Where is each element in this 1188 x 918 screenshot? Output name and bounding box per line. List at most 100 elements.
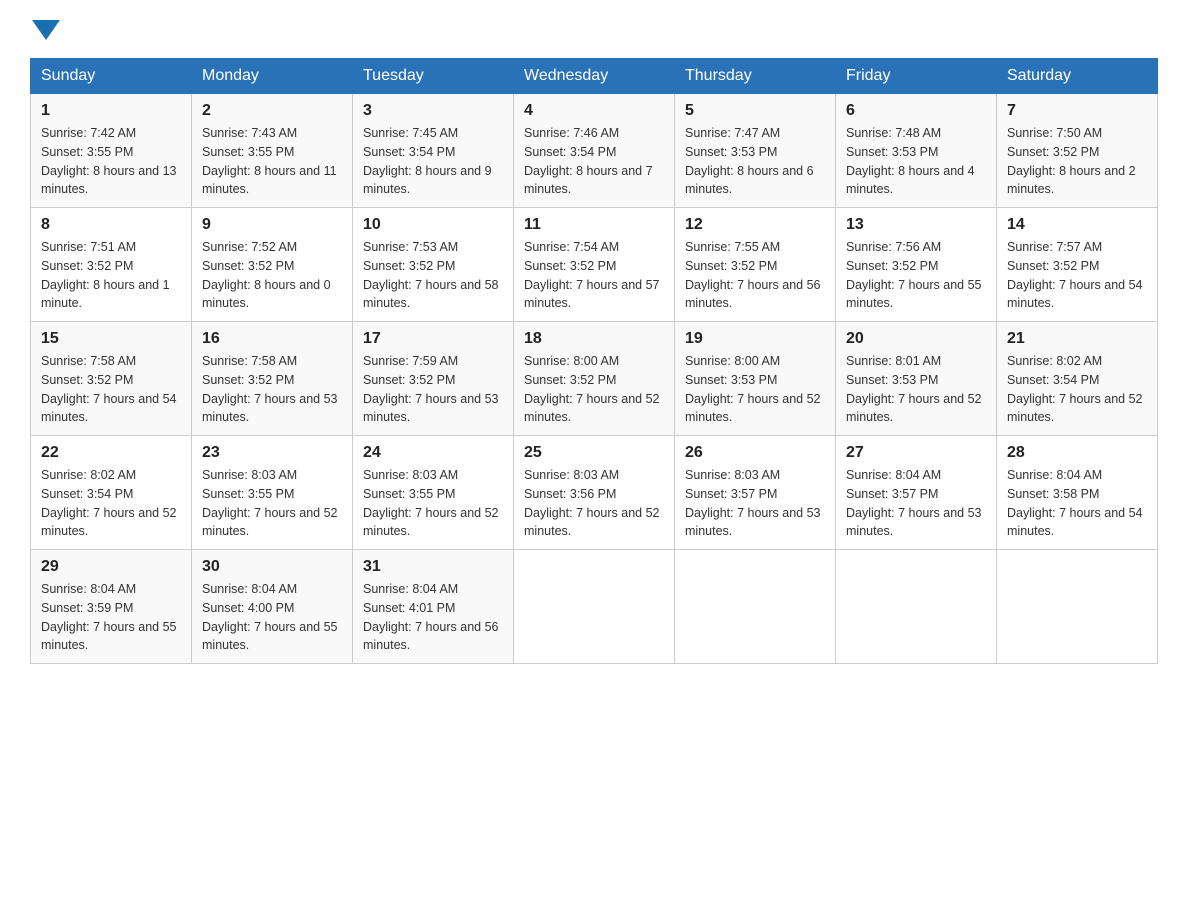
- day-number: 28: [1007, 444, 1147, 462]
- calendar-header: SundayMondayTuesdayWednesdayThursdayFrid…: [31, 59, 1158, 94]
- day-number: 19: [685, 330, 825, 348]
- day-info: Sunrise: 8:04 AMSunset: 3:58 PMDaylight:…: [1007, 468, 1143, 538]
- day-info: Sunrise: 7:57 AMSunset: 3:52 PMDaylight:…: [1007, 240, 1143, 310]
- day-number: 17: [363, 330, 503, 348]
- day-info: Sunrise: 7:53 AMSunset: 3:52 PMDaylight:…: [363, 240, 499, 310]
- day-number: 13: [846, 216, 986, 234]
- day-info: Sunrise: 7:50 AMSunset: 3:52 PMDaylight:…: [1007, 126, 1136, 196]
- calendar-cell: 24 Sunrise: 8:03 AMSunset: 3:55 PMDayligh…: [353, 436, 514, 550]
- calendar-cell: 16 Sunrise: 7:58 AMSunset: 3:52 PMDayligh…: [192, 322, 353, 436]
- calendar-cell: [514, 550, 675, 664]
- header-day-monday: Monday: [192, 59, 353, 94]
- calendar-cell: 10 Sunrise: 7:53 AMSunset: 3:52 PMDayligh…: [353, 208, 514, 322]
- day-number: 18: [524, 330, 664, 348]
- day-number: 10: [363, 216, 503, 234]
- calendar-cell: 13 Sunrise: 7:56 AMSunset: 3:52 PMDayligh…: [836, 208, 997, 322]
- day-info: Sunrise: 8:04 AMSunset: 3:59 PMDaylight:…: [41, 582, 177, 652]
- calendar-cell: 6 Sunrise: 7:48 AMSunset: 3:53 PMDaylight…: [836, 94, 997, 208]
- header-day-sunday: Sunday: [31, 59, 192, 94]
- calendar-cell: 23 Sunrise: 8:03 AMSunset: 3:55 PMDayligh…: [192, 436, 353, 550]
- calendar-cell: 18 Sunrise: 8:00 AMSunset: 3:52 PMDayligh…: [514, 322, 675, 436]
- day-info: Sunrise: 7:48 AMSunset: 3:53 PMDaylight:…: [846, 126, 975, 196]
- calendar-cell: [997, 550, 1158, 664]
- calendar-cell: 27 Sunrise: 8:04 AMSunset: 3:57 PMDayligh…: [836, 436, 997, 550]
- day-info: Sunrise: 8:01 AMSunset: 3:53 PMDaylight:…: [846, 354, 982, 424]
- day-info: Sunrise: 8:02 AMSunset: 3:54 PMDaylight:…: [41, 468, 177, 538]
- day-number: 15: [41, 330, 181, 348]
- day-info: Sunrise: 8:04 AMSunset: 3:57 PMDaylight:…: [846, 468, 982, 538]
- header-day-thursday: Thursday: [675, 59, 836, 94]
- day-number: 9: [202, 216, 342, 234]
- day-number: 26: [685, 444, 825, 462]
- day-number: 25: [524, 444, 664, 462]
- day-info: Sunrise: 8:00 AMSunset: 3:52 PMDaylight:…: [524, 354, 660, 424]
- day-info: Sunrise: 7:54 AMSunset: 3:52 PMDaylight:…: [524, 240, 660, 310]
- day-info: Sunrise: 8:02 AMSunset: 3:54 PMDaylight:…: [1007, 354, 1143, 424]
- calendar-cell: 5 Sunrise: 7:47 AMSunset: 3:53 PMDaylight…: [675, 94, 836, 208]
- calendar-cell: 22 Sunrise: 8:02 AMSunset: 3:54 PMDayligh…: [31, 436, 192, 550]
- day-number: 23: [202, 444, 342, 462]
- calendar-cell: [836, 550, 997, 664]
- day-info: Sunrise: 7:46 AMSunset: 3:54 PMDaylight:…: [524, 126, 653, 196]
- calendar-cell: 30Sunrise: 8:04 AMSunset: 4:00 PMDayligh…: [192, 550, 353, 664]
- calendar-cell: 29 Sunrise: 8:04 AMSunset: 3:59 PMDayligh…: [31, 550, 192, 664]
- day-number: 6: [846, 102, 986, 120]
- day-info: Sunrise: 8:03 AMSunset: 3:57 PMDaylight:…: [685, 468, 821, 538]
- calendar-cell: 2 Sunrise: 7:43 AMSunset: 3:55 PMDaylight…: [192, 94, 353, 208]
- day-number: 24: [363, 444, 503, 462]
- header-day-tuesday: Tuesday: [353, 59, 514, 94]
- day-info: Sunrise: 7:47 AMSunset: 3:53 PMDaylight:…: [685, 126, 814, 196]
- day-info: Sunrise: 7:58 AMSunset: 3:52 PMDaylight:…: [202, 354, 338, 424]
- calendar-cell: 12Sunrise: 7:55 AMSunset: 3:52 PMDayligh…: [675, 208, 836, 322]
- calendar-cell: 19 Sunrise: 8:00 AMSunset: 3:53 PMDayligh…: [675, 322, 836, 436]
- day-info: Sunrise: 7:42 AMSunset: 3:55 PMDaylight:…: [41, 126, 177, 196]
- day-number: 22: [41, 444, 181, 462]
- day-number: 14: [1007, 216, 1147, 234]
- day-number: 16: [202, 330, 342, 348]
- day-info: Sunrise: 7:59 AMSunset: 3:52 PMDaylight:…: [363, 354, 499, 424]
- calendar-cell: 31 Sunrise: 8:04 AMSunset: 4:01 PMDayligh…: [353, 550, 514, 664]
- day-number: 21: [1007, 330, 1147, 348]
- calendar-cell: 26 Sunrise: 8:03 AMSunset: 3:57 PMDayligh…: [675, 436, 836, 550]
- calendar-cell: 28 Sunrise: 8:04 AMSunset: 3:58 PMDayligh…: [997, 436, 1158, 550]
- calendar-table: SundayMondayTuesdayWednesdayThursdayFrid…: [30, 58, 1158, 664]
- day-number: 2: [202, 102, 342, 120]
- day-info: Sunrise: 8:03 AMSunset: 3:55 PMDaylight:…: [363, 468, 499, 538]
- day-info: Sunrise: 7:56 AMSunset: 3:52 PMDaylight:…: [846, 240, 982, 310]
- header-day-friday: Friday: [836, 59, 997, 94]
- calendar-cell: 25Sunrise: 8:03 AMSunset: 3:56 PMDayligh…: [514, 436, 675, 550]
- calendar-cell: [675, 550, 836, 664]
- calendar-cell: 21 Sunrise: 8:02 AMSunset: 3:54 PMDayligh…: [997, 322, 1158, 436]
- day-number: 1: [41, 102, 181, 120]
- calendar-cell: 9Sunrise: 7:52 AMSunset: 3:52 PMDaylight…: [192, 208, 353, 322]
- header-day-wednesday: Wednesday: [514, 59, 675, 94]
- day-info: Sunrise: 8:04 AMSunset: 4:01 PMDaylight:…: [363, 582, 499, 652]
- calendar-cell: 20 Sunrise: 8:01 AMSunset: 3:53 PMDayligh…: [836, 322, 997, 436]
- day-number: 12: [685, 216, 825, 234]
- day-number: 31: [363, 558, 503, 576]
- calendar-cell: 3 Sunrise: 7:45 AMSunset: 3:54 PMDaylight…: [353, 94, 514, 208]
- day-number: 27: [846, 444, 986, 462]
- week-row-1: 1 Sunrise: 7:42 AMSunset: 3:55 PMDaylight…: [31, 94, 1158, 208]
- calendar-body: 1 Sunrise: 7:42 AMSunset: 3:55 PMDaylight…: [31, 94, 1158, 664]
- day-number: 8: [41, 216, 181, 234]
- calendar-cell: 8 Sunrise: 7:51 AMSunset: 3:52 PMDaylight…: [31, 208, 192, 322]
- header-day-saturday: Saturday: [997, 59, 1158, 94]
- day-info: Sunrise: 7:45 AMSunset: 3:54 PMDaylight:…: [363, 126, 492, 196]
- day-info: Sunrise: 8:03 AMSunset: 3:55 PMDaylight:…: [202, 468, 338, 538]
- day-number: 5: [685, 102, 825, 120]
- week-row-5: 29 Sunrise: 8:04 AMSunset: 3:59 PMDayligh…: [31, 550, 1158, 664]
- day-info: Sunrise: 7:51 AMSunset: 3:52 PMDaylight:…: [41, 240, 170, 310]
- day-info: Sunrise: 8:00 AMSunset: 3:53 PMDaylight:…: [685, 354, 821, 424]
- page-header: [30, 20, 1158, 40]
- day-number: 7: [1007, 102, 1147, 120]
- day-number: 20: [846, 330, 986, 348]
- day-info: Sunrise: 8:04 AMSunset: 4:00 PMDaylight:…: [202, 582, 338, 652]
- day-number: 3: [363, 102, 503, 120]
- header-row: SundayMondayTuesdayWednesdayThursdayFrid…: [31, 59, 1158, 94]
- calendar-cell: 4Sunrise: 7:46 AMSunset: 3:54 PMDaylight…: [514, 94, 675, 208]
- day-info: Sunrise: 7:58 AMSunset: 3:52 PMDaylight:…: [41, 354, 177, 424]
- logo-arrow-icon: [32, 20, 60, 40]
- day-number: 29: [41, 558, 181, 576]
- day-info: Sunrise: 7:43 AMSunset: 3:55 PMDaylight:…: [202, 126, 337, 196]
